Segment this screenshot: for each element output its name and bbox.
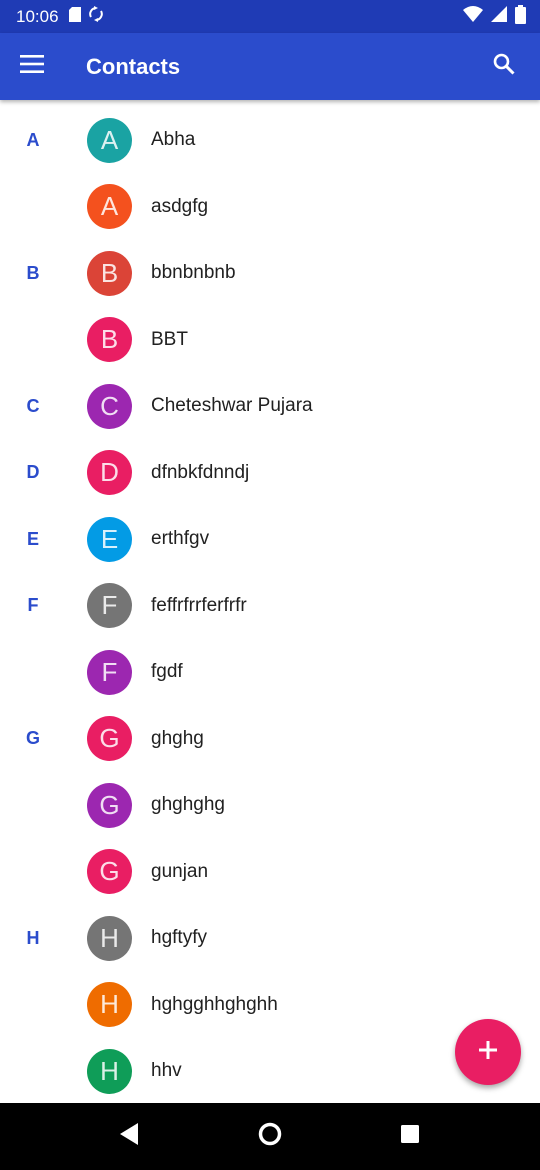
- section-letter: C: [26, 395, 40, 416]
- home-button[interactable]: [240, 1107, 300, 1167]
- plus-icon: [477, 1039, 499, 1066]
- avatar: G: [87, 782, 132, 828]
- contact-row[interactable]: Ffgdf: [0, 639, 540, 705]
- section-letter: D: [26, 462, 40, 482]
- contact-row[interactable]: E Eerthfgv: [0, 506, 540, 572]
- avatar: F: [87, 649, 132, 695]
- avatar: D: [87, 450, 132, 495]
- contact-name: Abha: [151, 129, 196, 150]
- status-bar: 10:06: [0, 0, 540, 33]
- contact-row[interactable]: Gghghghg: [0, 772, 540, 838]
- avatar: E: [87, 516, 132, 562]
- avatar: H: [87, 1048, 132, 1094]
- contact-row[interactable]: D Ddfnbkfdnndj: [0, 440, 540, 506]
- back-button[interactable]: [100, 1107, 160, 1167]
- contact-row[interactable]: G Gghghg: [0, 706, 540, 772]
- signal-icon: [491, 6, 507, 27]
- contact-name: BBT: [151, 328, 188, 350]
- contact-name: gunjan: [151, 860, 209, 882]
- battery-icon: [515, 4, 526, 29]
- recents-icon: [400, 1124, 420, 1149]
- contact-name: fgdf: [151, 661, 183, 682]
- contact-name: hghgghhghghh: [151, 993, 278, 1015]
- hamburger-menu-icon: [20, 55, 44, 78]
- contact-name: asdgfg: [151, 195, 209, 217]
- contact-row[interactable]: F Ffeffrfrrferfrfr: [0, 573, 540, 639]
- contact-name: ghghg: [151, 727, 204, 749]
- contact-name: feffrfrrferfrfr: [151, 594, 247, 616]
- section-letter: B: [26, 262, 40, 283]
- contact-name: hgftyfy: [151, 927, 207, 948]
- avatar: H: [87, 915, 132, 961]
- avatar: B: [87, 317, 132, 362]
- avatar: A: [87, 184, 132, 229]
- avatar: G: [87, 716, 132, 761]
- contact-row[interactable]: H Hhgftyfy: [0, 905, 540, 971]
- section-letter: A: [26, 129, 40, 150]
- contact-row[interactable]: C C Cheteshwar Pujara: [0, 373, 540, 439]
- status-right-icons: [463, 4, 526, 29]
- avatar: G: [87, 849, 132, 894]
- sd-card-icon: [68, 6, 81, 27]
- contact-name: hhv: [151, 1060, 182, 1081]
- add-contact-button[interactable]: [455, 1019, 521, 1085]
- contact-name: erthfgv: [151, 528, 210, 549]
- section-letter: E: [26, 528, 39, 549]
- search-button[interactable]: [474, 33, 534, 100]
- search-icon: [493, 53, 515, 80]
- wifi-icon: [463, 6, 483, 27]
- status-left-icons: [68, 6, 103, 27]
- section-letter: F: [27, 595, 39, 615]
- avatar: B: [87, 250, 132, 296]
- section-letter: H: [26, 927, 40, 948]
- contact-row[interactable]: Ggunjan: [0, 839, 540, 905]
- status-time: 10:06: [16, 6, 59, 26]
- contact-name: ghghghg: [151, 794, 225, 815]
- contact-row[interactable]: B BBT: [0, 307, 540, 373]
- contact-row[interactable]: B Bbbnbnbnb: [0, 240, 540, 306]
- avatar: C: [87, 383, 132, 429]
- avatar: A: [87, 117, 132, 163]
- menu-button[interactable]: [0, 33, 64, 100]
- recents-button[interactable]: [380, 1107, 440, 1167]
- back-icon: [120, 1123, 140, 1150]
- page-title: Contacts: [86, 53, 181, 79]
- app-bar: Contacts: [0, 33, 540, 100]
- navigation-bar: [0, 1103, 540, 1170]
- contact-name: dfnbkfdnndj: [151, 461, 250, 483]
- contact-row[interactable]: Hhghgghhghghh: [0, 972, 540, 1038]
- sync-icon: [88, 6, 103, 27]
- contact-name: bbnbnbnb: [151, 262, 236, 283]
- contact-name: Cheteshwar Pujara: [151, 395, 313, 416]
- contact-list[interactable]: A A Abha Aasdgfg B Bbbnbnbnb B BBT C C Cheteshwar …: [0, 100, 540, 1103]
- contact-row[interactable]: A A Abha: [0, 107, 540, 173]
- avatar: H: [87, 982, 132, 1027]
- contact-row[interactable]: Aasdgfg: [0, 174, 540, 240]
- avatar: F: [87, 583, 132, 628]
- section-letter: G: [25, 728, 40, 748]
- home-icon: [258, 1122, 282, 1151]
